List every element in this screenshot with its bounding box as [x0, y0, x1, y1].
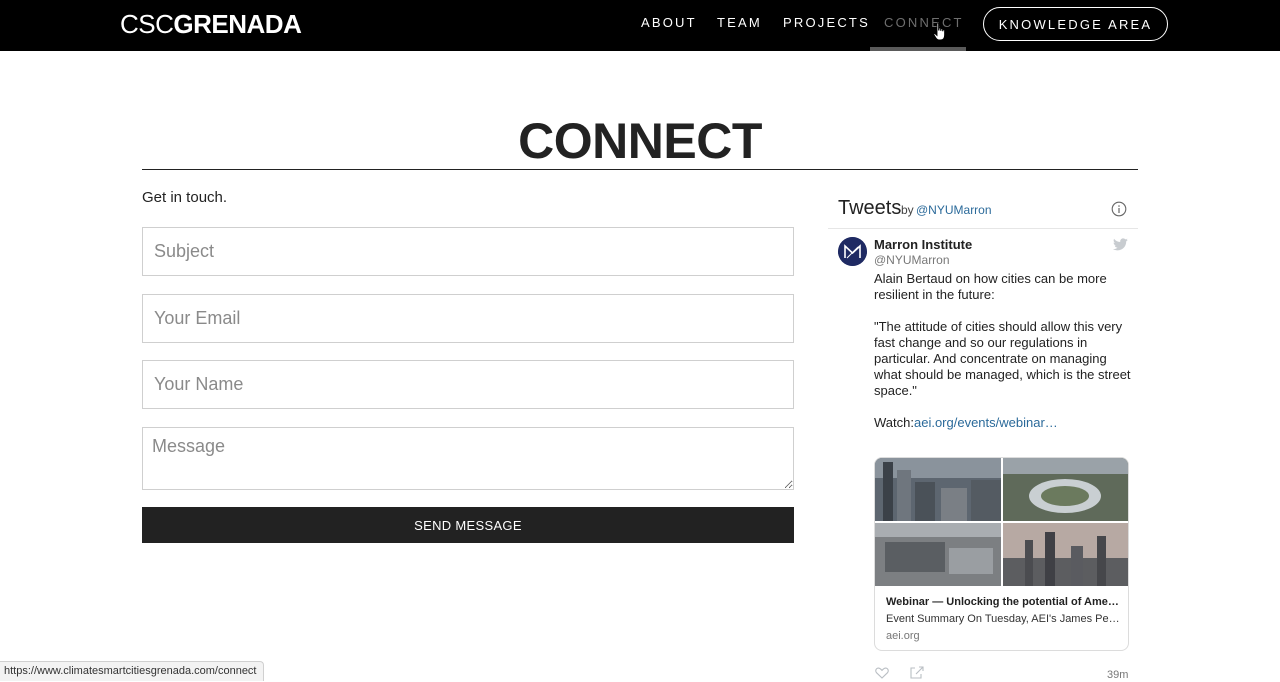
tweet-text: Alain Bertaud on how cities can be more …: [874, 271, 1134, 431]
logo-light-text: CSC: [120, 9, 174, 39]
tweets-title: Tweets: [838, 197, 902, 219]
active-nav-indicator: [870, 47, 966, 51]
tweet-timestamp[interactable]: 39m: [1107, 669, 1128, 682]
tweet-author-name[interactable]: Marron Institute: [874, 237, 972, 253]
site-logo[interactable]: CSCGRENADA: [120, 8, 302, 40]
tweet-author-handle[interactable]: @NYUMarron: [874, 253, 950, 267]
card-title: Webinar — Unlocking the potential of Ame…: [886, 596, 1121, 608]
twitter-bird-icon[interactable]: [1113, 238, 1128, 251]
knowledge-area-button[interactable]: KNOWLEDGE AREA: [983, 7, 1168, 41]
nav-connect[interactable]: CONNECT: [884, 15, 964, 31]
avatar[interactable]: [838, 237, 867, 266]
nav-team[interactable]: TEAM: [717, 15, 762, 31]
tweet-paragraph-2: "The attitude of cities should allow thi…: [874, 319, 1131, 398]
logo-bold-text: GRENADA: [173, 9, 302, 39]
form-intro: Get in touch.: [142, 189, 228, 206]
tweet-watch-line: Watch:aei.org/events/webinar…: [874, 415, 1134, 431]
title-divider: [142, 169, 1138, 170]
tweets-divider: [828, 228, 1138, 229]
tweet-watch-prefix: Watch:: [874, 415, 914, 430]
site-header: CSCGRENADA ABOUT TEAM PROJECTS CONNECT K…: [0, 0, 1280, 51]
nav-about[interactable]: ABOUT: [641, 15, 697, 31]
info-icon[interactable]: [1111, 201, 1127, 217]
tweet-watch-link[interactable]: aei.org/events/webinar…: [914, 415, 1058, 430]
email-input[interactable]: [142, 294, 794, 343]
tweet-link-card[interactable]: Webinar — Unlocking the potential of Ame…: [874, 457, 1129, 651]
subject-input[interactable]: [142, 227, 794, 276]
heart-icon[interactable]: [875, 667, 889, 679]
nav-projects[interactable]: PROJECTS: [783, 15, 870, 31]
hand-cursor-icon: [933, 22, 946, 41]
card-description: Event Summary On Tuesday, AEI's James Pe…: [886, 613, 1121, 625]
card-domain: aei.org: [886, 630, 920, 642]
page-title: CONNECT: [518, 113, 762, 169]
marron-logo-icon: [838, 237, 867, 266]
share-icon[interactable]: [910, 666, 924, 679]
name-input[interactable]: [142, 360, 794, 409]
tweets-handle-link[interactable]: @NYUMarron: [916, 203, 992, 217]
send-message-button[interactable]: SEND MESSAGE: [142, 507, 794, 543]
tweets-by-label: by: [901, 203, 914, 217]
tweet-paragraph-1: Alain Bertaud on how cities can be more …: [874, 271, 1107, 302]
message-textarea[interactable]: [142, 427, 794, 490]
browser-status-url: https://www.climatesmartcitiesgrenada.co…: [0, 661, 264, 681]
card-image: [875, 458, 1128, 586]
